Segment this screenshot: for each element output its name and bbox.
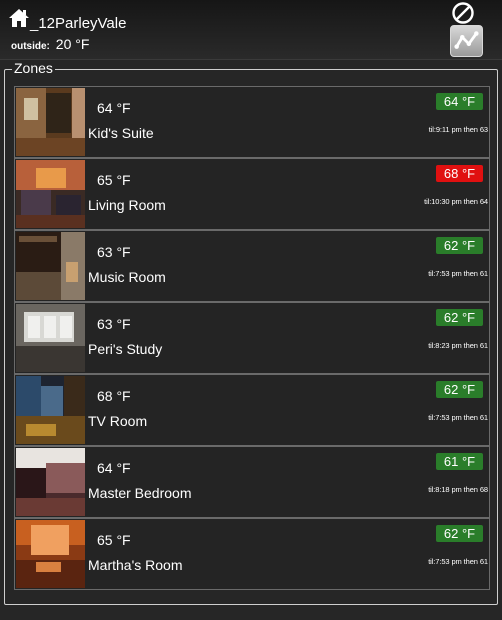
zone-setpoint-badge[interactable]: 68 °F [436, 165, 483, 182]
zone-schedule: til:8:18 pm then 68 [428, 485, 488, 494]
power-off-icon[interactable] [451, 1, 475, 25]
zone-row[interactable]: 64 °F Kid's Suite 64 °F til:9:11 pm then… [14, 86, 490, 158]
zone-setpoint-badge[interactable]: 62 °F [436, 309, 483, 326]
graph-button[interactable] [450, 25, 483, 57]
zone-row[interactable]: 63 °F Music Room 62 °F til:7:53 pm then … [14, 230, 490, 302]
zone-schedule: til:9:11 pm then 63 [428, 125, 488, 134]
zone-current-temp: 64 °F [97, 100, 131, 116]
house-name: _12ParleyVale [30, 15, 127, 32]
zone-setpoint-badge[interactable]: 62 °F [436, 237, 483, 254]
zone-photo [16, 88, 85, 156]
zone-schedule: til:7:53 pm then 61 [428, 269, 488, 278]
zone-name: TV Room [88, 413, 148, 429]
outside-temp-value: 20 °F [55, 36, 90, 52]
zone-name: Music Room [88, 269, 166, 285]
zone-photo [16, 232, 85, 300]
zone-current-temp: 65 °F [97, 172, 131, 188]
zone-current-temp: 63 °F [97, 244, 131, 260]
zone-name: Living Room [88, 197, 166, 213]
zone-name: Kid's Suite [88, 125, 154, 141]
zone-row[interactable]: 64 °F Master Bedroom 61 °F til:8:18 pm t… [14, 446, 490, 518]
home-icon[interactable] [8, 8, 30, 28]
zone-photo [16, 376, 85, 444]
zone-schedule: til:8:23 pm then 61 [428, 341, 488, 350]
zone-schedule: til:7:53 pm then 61 [428, 557, 488, 566]
outside-temperature: outside: 20 °F [11, 36, 89, 52]
zone-row[interactable]: 65 °F Living Room 68 °F til:10:30 pm the… [14, 158, 490, 230]
zones-panel: Zones 64 °F Kid's Suite 64 °F til:9:11 p… [4, 60, 498, 605]
thermostat-app: _12ParleyVale outside: 20 °F Zones 64 °F… [0, 0, 502, 620]
zone-name: Master Bedroom [88, 485, 192, 501]
zone-setpoint-badge[interactable]: 62 °F [436, 525, 483, 542]
header-bar: _12ParleyVale outside: 20 °F [0, 0, 502, 60]
zones-legend: Zones [12, 60, 55, 76]
zone-setpoint-badge[interactable]: 64 °F [436, 93, 483, 110]
zone-name: Peri's Study [88, 341, 163, 357]
zone-current-temp: 68 °F [97, 388, 131, 404]
zone-name: Martha's Room [88, 557, 183, 573]
zone-schedule: til:10:30 pm then 64 [424, 197, 488, 206]
zone-photo [16, 520, 85, 588]
zone-setpoint-badge[interactable]: 61 °F [436, 453, 483, 470]
zone-row[interactable]: 63 °F Peri's Study 62 °F til:8:23 pm the… [14, 302, 490, 374]
zone-current-temp: 63 °F [97, 316, 131, 332]
zone-photo [16, 160, 85, 228]
zone-current-temp: 64 °F [97, 460, 131, 476]
zone-current-temp: 65 °F [97, 532, 131, 548]
line-graph-icon [454, 31, 479, 49]
zone-row[interactable]: 65 °F Martha's Room 62 °F til:7:53 pm th… [14, 518, 490, 590]
zone-schedule: til:7:53 pm then 61 [428, 413, 488, 422]
outside-label: outside: [11, 41, 50, 52]
zone-photo [16, 448, 85, 516]
zone-setpoint-badge[interactable]: 62 °F [436, 381, 483, 398]
zone-photo [16, 304, 85, 372]
zone-row[interactable]: 68 °F TV Room 62 °F til:7:53 pm then 61 [14, 374, 490, 446]
